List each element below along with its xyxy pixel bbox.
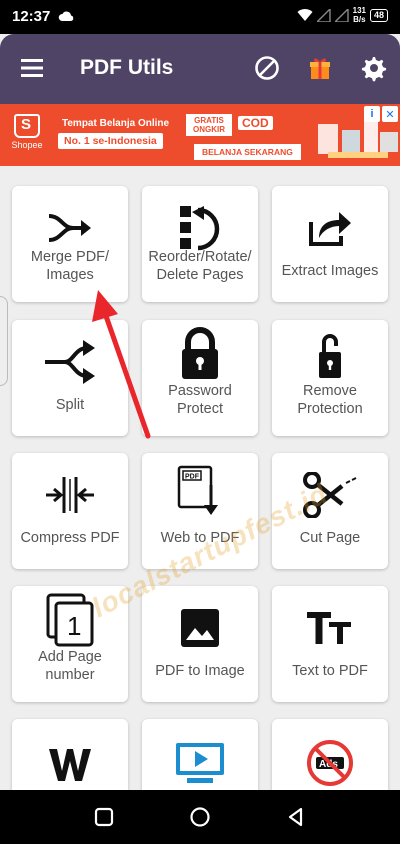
status-bar: 12:37 131 B/s 48	[0, 0, 400, 34]
ad-cta-button[interactable]: BELANJA SEKARANG	[194, 144, 301, 160]
recent-apps-icon[interactable]	[94, 807, 114, 827]
menu-icon[interactable]	[20, 57, 44, 79]
pdf-download-icon: PDF	[177, 465, 218, 515]
home-icon[interactable]	[190, 807, 210, 827]
status-time: 12:37	[12, 8, 51, 25]
drawer-handle[interactable]	[0, 296, 8, 386]
reorder-rotate-icon	[180, 206, 220, 251]
no-ads-icon: Ads	[307, 740, 353, 786]
share-export-icon	[309, 212, 351, 246]
svg-text:PDF: PDF	[185, 474, 200, 481]
slideshow-icon	[176, 743, 224, 783]
ad-cod-badge: COD	[238, 116, 273, 130]
ad-headline: Tempat Belanja Online	[62, 118, 170, 129]
tool-label: Reorder/Rotate/ Delete Pages	[148, 249, 252, 283]
wifi-icon	[297, 9, 313, 21]
cloud-icon	[58, 11, 74, 21]
app-title: PDF Utils	[80, 56, 174, 79]
system-nav-bar	[0, 790, 400, 844]
tool-label: Add Page number	[38, 649, 102, 683]
tool-label: Password Protect	[168, 383, 232, 417]
tool-password-protect[interactable]: Password Protect	[142, 320, 258, 436]
page-number-icon: 1	[46, 593, 94, 647]
ad-choices[interactable]: i ✕	[364, 106, 398, 122]
tool-reorder-pages[interactable]: Reorder/Rotate/ Delete Pages	[142, 186, 258, 302]
battery-indicator: 48	[369, 8, 388, 22]
tool-word[interactable]	[12, 719, 128, 790]
tool-label: Merge PDF/ Images	[30, 249, 110, 283]
tool-label: PDF to Image	[155, 663, 245, 679]
ad-subline: No. 1 se-Indonesia	[58, 133, 163, 149]
ad-gratis-ongkir: GRATIS ONGKIR	[186, 114, 232, 136]
net-speed: 131 B/s	[352, 6, 366, 24]
back-icon[interactable]	[286, 807, 306, 827]
tool-label: Split	[55, 397, 85, 413]
settings-gear-icon[interactable]	[359, 54, 387, 82]
unlock-icon	[319, 334, 341, 378]
tool-text-to-pdf[interactable]: Text to PDF	[272, 586, 388, 702]
tools-grid: Merge PDF/ Images Reorder/Rotate/ Delete…	[0, 166, 400, 790]
tool-label: Cut Page	[299, 530, 361, 546]
tool-label: Extract Images	[281, 263, 379, 279]
shopee-logo: S Shopee	[11, 114, 43, 150]
gift-icon[interactable]	[306, 54, 334, 82]
word-w-icon	[49, 749, 91, 781]
tool-label: Text to PDF	[292, 663, 368, 679]
compress-icon	[46, 477, 94, 513]
info-icon[interactable]: i	[364, 106, 380, 122]
signal-icon-2	[334, 8, 349, 22]
tool-merge-pdf[interactable]: Merge PDF/ Images	[12, 186, 128, 302]
merge-arrows-icon	[48, 214, 91, 242]
ad-banner[interactable]: S Shopee Tempat Belanja Online No. 1 se-…	[0, 104, 400, 166]
signal-icon	[316, 8, 331, 22]
tool-slideshow[interactable]	[142, 719, 258, 790]
lock-icon	[182, 327, 218, 379]
app-bar: PDF Utils	[0, 34, 400, 104]
image-icon	[181, 609, 219, 647]
tool-label: Compress PDF	[20, 530, 120, 546]
text-size-icon	[307, 612, 351, 644]
close-icon[interactable]: ✕	[382, 106, 398, 122]
tool-remove-protection[interactable]: Remove Protection	[272, 320, 388, 436]
svg-text:1: 1	[67, 611, 81, 641]
block-icon[interactable]	[253, 54, 281, 82]
tool-remove-ads[interactable]: Ads	[272, 719, 388, 790]
split-arrows-icon	[45, 340, 95, 384]
tool-split[interactable]: Split	[12, 320, 128, 436]
tool-extract-images[interactable]: Extract Images	[272, 186, 388, 302]
tool-label: Remove Protection	[297, 383, 363, 417]
tool-compress-pdf[interactable]: Compress PDF	[12, 453, 128, 569]
tool-pdf-to-image[interactable]: PDF to Image	[142, 586, 258, 702]
